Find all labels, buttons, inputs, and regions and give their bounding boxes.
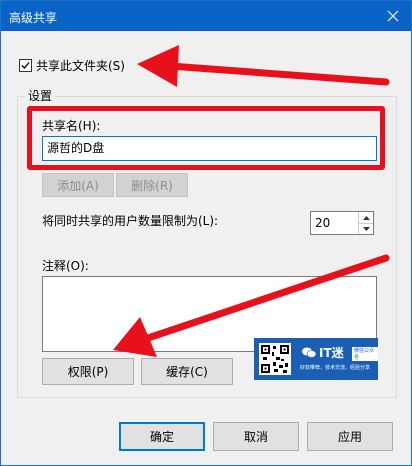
close-icon bbox=[387, 10, 399, 22]
close-button[interactable] bbox=[375, 1, 411, 31]
user-limit-spinner[interactable]: 20 bbox=[310, 211, 374, 235]
add-button[interactable]: 添加(A) bbox=[42, 173, 114, 197]
ok-button[interactable]: 确定 bbox=[119, 422, 205, 451]
user-limit-value: 20 bbox=[315, 216, 331, 230]
cancel-button[interactable]: 取消 bbox=[213, 422, 299, 451]
permissions-button[interactable]: 权限(P) bbox=[42, 358, 134, 385]
arrow-up-icon bbox=[362, 215, 370, 220]
settings-group-title: 设置 bbox=[25, 87, 56, 104]
watermark-brand-text: IT迷 bbox=[319, 346, 344, 360]
user-limit-label: 将同时共享的用户数量限制为(L): bbox=[42, 214, 219, 228]
qr-code-icon bbox=[259, 343, 291, 375]
apply-button[interactable]: 应用 bbox=[307, 422, 393, 451]
cache-button[interactable]: 缓存(C) bbox=[141, 358, 233, 385]
window-title: 高级共享 bbox=[9, 11, 58, 25]
share-folder-label: 共享此文件夹(S) bbox=[36, 59, 125, 73]
title-bar[interactable]: 高级共享 bbox=[1, 1, 411, 31]
annotation-highlight-box bbox=[27, 106, 385, 170]
checkmark-icon bbox=[21, 62, 30, 69]
checkbox-box[interactable] bbox=[19, 59, 32, 72]
share-folder-checkbox[interactable]: 共享此文件夹(S) bbox=[19, 57, 125, 74]
arrow-down-icon bbox=[362, 226, 370, 231]
watermark-tag: 微信公众号 bbox=[352, 347, 378, 361]
advanced-sharing-dialog: 高级共享 共享此文件夹(S) 设置 共享名(H): 源哲的D盘 添加(A) 删除… bbox=[0, 0, 412, 466]
comment-label: 注释(O): bbox=[42, 259, 89, 273]
spin-down-button[interactable] bbox=[358, 223, 373, 234]
watermark-logo: IT迷 微信公众号 好软推荐，技术交流，经验分享 bbox=[254, 338, 378, 380]
delete-button[interactable]: 删除(R) bbox=[116, 173, 188, 197]
watermark-brand: IT迷 bbox=[302, 344, 344, 361]
wechat-icon bbox=[302, 347, 316, 358]
watermark-subtitle: 好软推荐，技术交流，经验分享 bbox=[300, 365, 371, 371]
